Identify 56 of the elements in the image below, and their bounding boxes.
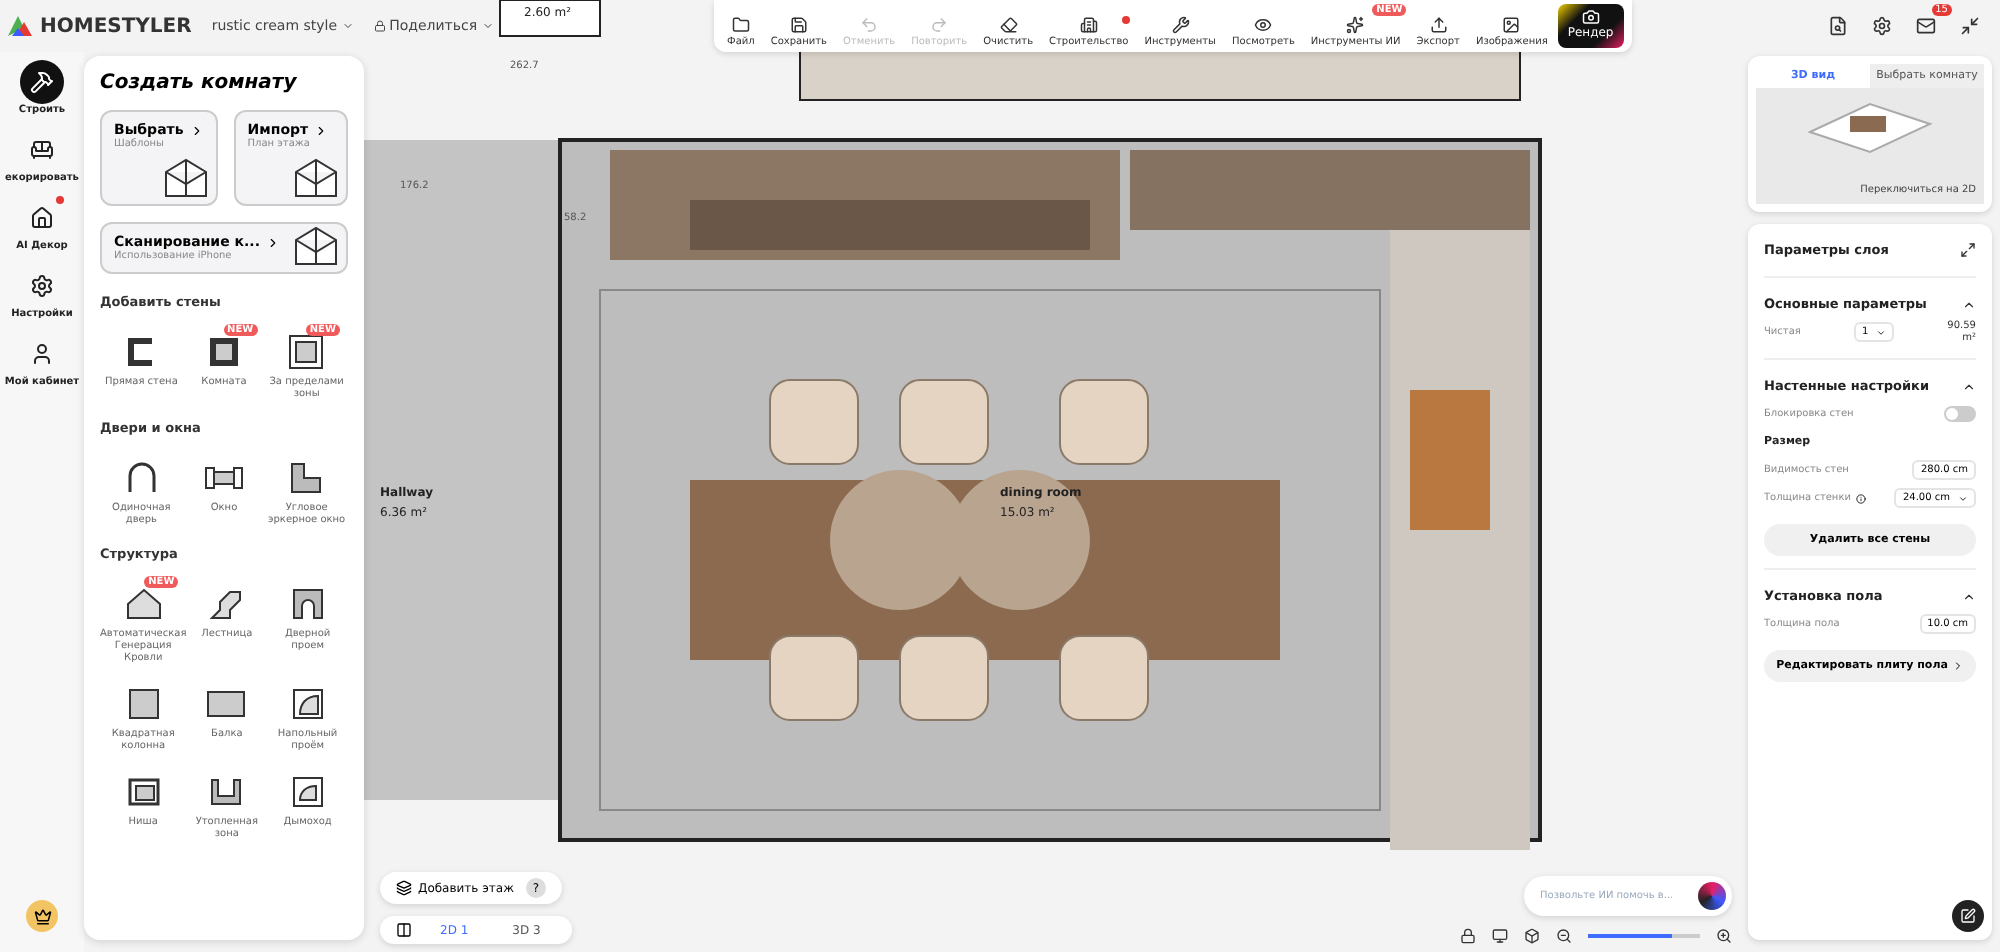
mail-icon[interactable] — [1916, 16, 1936, 36]
save-icon — [789, 16, 808, 34]
panel-icon[interactable] — [396, 922, 412, 938]
toggle-switch[interactable] — [1944, 406, 1976, 422]
settings-icon[interactable] — [1872, 16, 1892, 36]
monitor-icon[interactable] — [1492, 928, 1508, 944]
hammer-icon — [20, 60, 64, 104]
collapse-icon[interactable] — [1960, 16, 1980, 36]
search-document-icon[interactable] — [1828, 16, 1848, 36]
logo-icon — [8, 16, 32, 36]
expand-icon[interactable] — [1960, 242, 1976, 258]
cabinet — [1410, 390, 1490, 530]
caret-icon — [341, 20, 354, 32]
roof-icon — [123, 584, 164, 624]
redo-icon — [930, 16, 949, 34]
chevron-icon — [189, 123, 204, 137]
eye-icon — [1254, 16, 1273, 34]
pen-icon — [1960, 908, 1976, 924]
room-sketch-icon — [292, 224, 340, 268]
chevron-icon[interactable] — [1962, 297, 1976, 311]
sparkles-icon — [1346, 16, 1365, 34]
zoom-in-icon[interactable] — [1716, 928, 1732, 944]
chevron-icon — [265, 235, 280, 249]
wrench-icon — [1171, 16, 1190, 34]
layers-icon — [396, 880, 412, 896]
crown-icon[interactable] — [26, 900, 58, 932]
building-icon — [1079, 16, 1098, 34]
chevron-icon[interactable] — [1962, 379, 1976, 393]
chevron-icon[interactable] — [1962, 589, 1976, 603]
logo[interactable]: HOMESTYLER — [8, 15, 192, 37]
caret-icon — [1958, 493, 1968, 503]
cube-icon[interactable] — [1524, 928, 1540, 944]
folder-icon — [731, 16, 750, 34]
caret-icon — [1876, 327, 1887, 337]
room-sketch-icon — [161, 156, 210, 200]
undo-icon — [860, 16, 879, 34]
camera-icon — [1581, 8, 1600, 26]
zoom-out-icon[interactable] — [1556, 928, 1572, 944]
chevron-icon — [314, 123, 329, 137]
room-sketch-icon — [292, 156, 340, 200]
chevron-icon — [1951, 660, 1964, 672]
chimney-icon — [287, 772, 328, 812]
eraser-icon — [999, 16, 1018, 34]
export-icon — [1429, 16, 1448, 34]
lock-icon[interactable] — [1460, 928, 1476, 944]
square-frame-icon — [286, 332, 327, 372]
floor-opening-icon — [287, 684, 328, 724]
column-icon — [123, 684, 164, 724]
lock-icon — [373, 20, 386, 32]
caret-icon — [481, 20, 494, 32]
panel-title: Создать комнату — [100, 72, 299, 94]
image-icon — [1502, 16, 1521, 34]
corner-window-icon — [286, 458, 327, 498]
info-icon — [1856, 493, 1867, 503]
doorway-icon — [287, 584, 328, 624]
feedback-button[interactable] — [1952, 900, 1984, 932]
